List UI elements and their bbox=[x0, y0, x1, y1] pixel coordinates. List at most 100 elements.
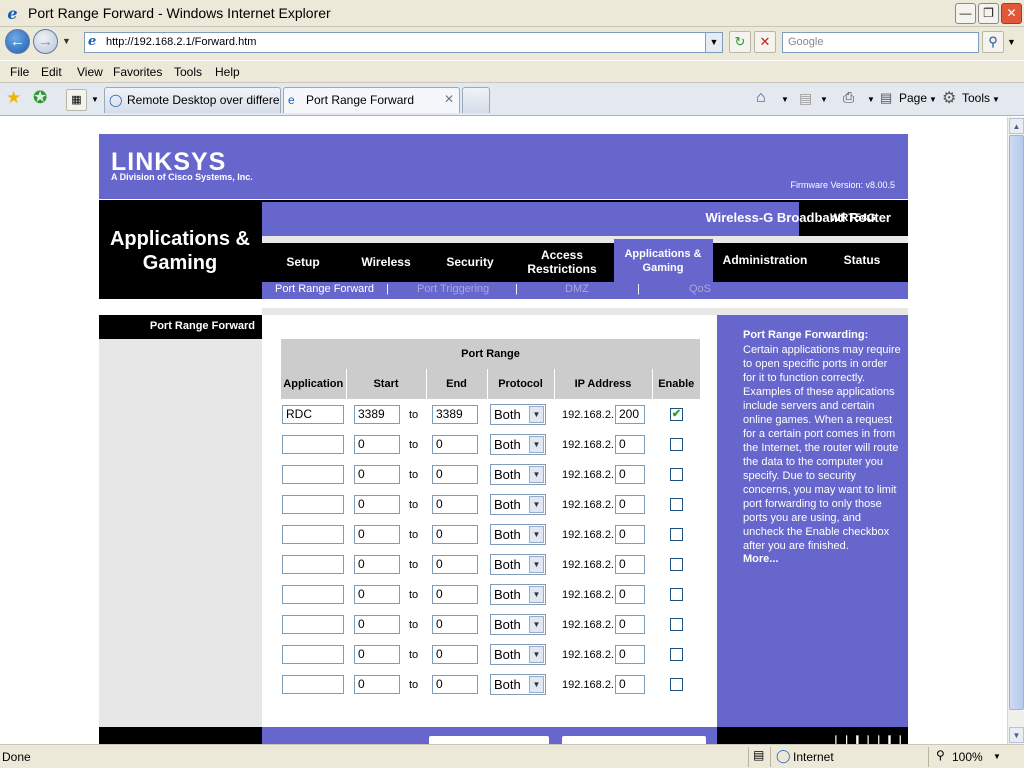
protocol-select[interactable]: Both ▼ bbox=[490, 674, 546, 695]
ip-last-octet-input[interactable]: 0 bbox=[615, 435, 645, 454]
page-menu-icon[interactable]: ▤ bbox=[880, 90, 892, 106]
end-port-input[interactable]: 0 bbox=[432, 585, 478, 604]
nav-wireless[interactable]: Wireless bbox=[357, 255, 415, 269]
chevron-down-icon[interactable]: ▼ bbox=[529, 466, 544, 483]
save-settings-button[interactable] bbox=[429, 736, 549, 744]
enable-checkbox[interactable] bbox=[670, 528, 683, 541]
subnav-dmz[interactable]: DMZ bbox=[565, 283, 589, 295]
start-port-input[interactable]: 0 bbox=[354, 615, 400, 634]
chevron-down-icon[interactable]: ▼ bbox=[529, 676, 544, 693]
tab-remote-desktop[interactable]: ◯ Remote Desktop over differe... bbox=[104, 87, 281, 113]
enable-checkbox[interactable] bbox=[670, 558, 683, 571]
protocol-select[interactable]: Both ▼ bbox=[490, 524, 546, 545]
chevron-down-icon[interactable]: ▼ bbox=[529, 406, 544, 423]
zoom-icon[interactable]: ⚲ bbox=[936, 748, 945, 762]
gear-icon[interactable]: ⚙ bbox=[942, 88, 956, 108]
protocol-select[interactable]: Both ▼ bbox=[490, 554, 546, 575]
end-port-input[interactable]: 0 bbox=[432, 495, 478, 514]
nav-access-restrictions[interactable]: Access Restrictions bbox=[522, 248, 602, 276]
protocol-select[interactable]: Both ▼ bbox=[490, 434, 546, 455]
scroll-down-arrow[interactable]: ▼ bbox=[1009, 727, 1024, 743]
feeds-icon[interactable]: ▤ bbox=[799, 90, 812, 107]
page-menu-dropdown-icon[interactable]: ▼ bbox=[929, 95, 937, 104]
menu-help[interactable]: Help bbox=[215, 65, 240, 79]
ip-last-octet-input[interactable]: 0 bbox=[615, 525, 645, 544]
address-dropdown-icon[interactable]: ▼ bbox=[705, 33, 722, 52]
application-input[interactable] bbox=[282, 675, 344, 694]
protocol-select[interactable]: Both ▼ bbox=[490, 644, 546, 665]
page-menu[interactable]: Page bbox=[899, 91, 927, 105]
enable-checkbox[interactable] bbox=[670, 438, 683, 451]
start-port-input[interactable]: 3389 bbox=[354, 405, 400, 424]
subnav-qos[interactable]: QoS bbox=[689, 283, 711, 295]
enable-checkbox[interactable] bbox=[670, 618, 683, 631]
start-port-input[interactable]: 0 bbox=[354, 645, 400, 664]
start-port-input[interactable]: 0 bbox=[354, 495, 400, 514]
application-input[interactable] bbox=[282, 555, 344, 574]
ip-last-octet-input[interactable]: 0 bbox=[615, 675, 645, 694]
chevron-down-icon[interactable]: ▼ bbox=[529, 616, 544, 633]
minimize-button[interactable]: — bbox=[955, 3, 976, 24]
subnav-port-triggering[interactable]: Port Triggering bbox=[417, 283, 489, 295]
close-window-button[interactable]: ✕ bbox=[1001, 3, 1022, 24]
ip-last-octet-input[interactable]: 0 bbox=[615, 495, 645, 514]
history-dropdown-icon[interactable]: ▼ bbox=[62, 36, 71, 46]
ip-last-octet-input[interactable]: 0 bbox=[615, 585, 645, 604]
ip-last-octet-input[interactable]: 0 bbox=[615, 465, 645, 484]
enable-checkbox[interactable]: ✔ bbox=[670, 408, 683, 421]
cancel-changes-button[interactable] bbox=[562, 736, 706, 744]
start-port-input[interactable]: 0 bbox=[354, 435, 400, 454]
enable-checkbox[interactable] bbox=[670, 588, 683, 601]
nav-administration[interactable]: Administration bbox=[720, 253, 810, 267]
start-port-input[interactable]: 0 bbox=[354, 675, 400, 694]
menu-file[interactable]: File bbox=[10, 65, 29, 79]
application-input[interactable] bbox=[282, 585, 344, 604]
enable-checkbox[interactable] bbox=[670, 678, 683, 691]
application-input[interactable] bbox=[282, 465, 344, 484]
protocol-select[interactable]: Both ▼ bbox=[490, 404, 546, 425]
favorites-center-icon[interactable]: ★ bbox=[6, 88, 21, 108]
feeds-dropdown-icon[interactable]: ▼ bbox=[820, 95, 828, 104]
forward-button[interactable]: → bbox=[33, 29, 58, 54]
start-port-input[interactable]: 0 bbox=[354, 465, 400, 484]
start-port-input[interactable]: 0 bbox=[354, 585, 400, 604]
restore-button[interactable]: ❐ bbox=[978, 3, 999, 24]
menu-favorites[interactable]: Favorites bbox=[113, 65, 162, 79]
chevron-down-icon[interactable]: ▼ bbox=[529, 496, 544, 513]
back-button[interactable]: ← bbox=[5, 29, 30, 54]
refresh-icon[interactable]: ↻ bbox=[729, 31, 751, 53]
application-input[interactable]: RDC bbox=[282, 405, 344, 424]
chevron-down-icon[interactable]: ▼ bbox=[529, 556, 544, 573]
tools-menu[interactable]: Tools bbox=[962, 91, 990, 105]
tab-port-range-forward[interactable]: e Port Range Forward ✕ bbox=[283, 87, 460, 113]
end-port-input[interactable]: 0 bbox=[432, 525, 478, 544]
end-port-input[interactable]: 3389 bbox=[432, 405, 478, 424]
application-input[interactable] bbox=[282, 435, 344, 454]
application-input[interactable] bbox=[282, 495, 344, 514]
application-input[interactable] bbox=[282, 615, 344, 634]
chevron-down-icon[interactable]: ▼ bbox=[529, 436, 544, 453]
enable-checkbox[interactable] bbox=[670, 468, 683, 481]
address-bar[interactable]: e http://192.168.2.1/Forward.htm ▼ bbox=[84, 32, 723, 53]
vertical-scrollbar[interactable]: ▲ ▼ bbox=[1007, 117, 1024, 744]
zoom-dropdown-icon[interactable]: ▼ bbox=[993, 752, 1001, 761]
subnav-port-range-forward[interactable]: Port Range Forward bbox=[275, 283, 374, 295]
nav-applications-gaming[interactable]: Applications & Gaming bbox=[623, 247, 703, 275]
search-options-icon[interactable]: ▼ bbox=[1007, 37, 1016, 47]
protocol-select[interactable]: Both ▼ bbox=[490, 614, 546, 635]
tab-list-icon[interactable]: ▼ bbox=[91, 95, 99, 104]
close-tab-icon[interactable]: ✕ bbox=[444, 92, 454, 106]
end-port-input[interactable]: 0 bbox=[432, 555, 478, 574]
tools-dropdown-icon[interactable]: ▼ bbox=[992, 95, 1000, 104]
chevron-down-icon[interactable]: ▼ bbox=[529, 526, 544, 543]
protocol-select[interactable]: Both ▼ bbox=[490, 464, 546, 485]
protocol-select[interactable]: Both ▼ bbox=[490, 584, 546, 605]
nav-status[interactable]: Status bbox=[838, 253, 886, 267]
new-tab-button[interactable] bbox=[462, 87, 490, 113]
zoom-level[interactable]: 100% bbox=[952, 750, 983, 764]
start-port-input[interactable]: 0 bbox=[354, 555, 400, 574]
scroll-up-arrow[interactable]: ▲ bbox=[1009, 118, 1024, 134]
ip-last-octet-input[interactable]: 0 bbox=[615, 615, 645, 634]
ip-last-octet-input[interactable]: 0 bbox=[615, 645, 645, 664]
enable-checkbox[interactable] bbox=[670, 648, 683, 661]
